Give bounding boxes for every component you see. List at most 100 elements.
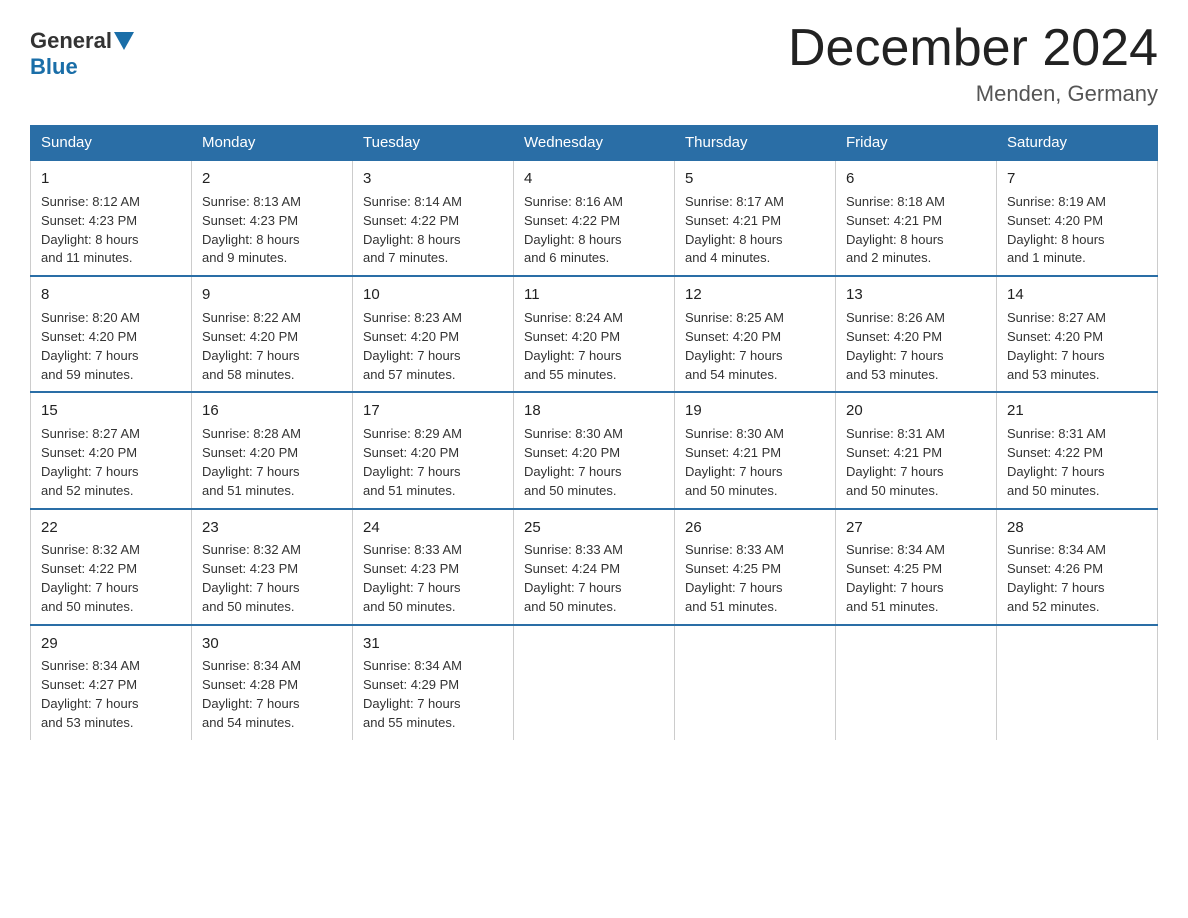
calendar-cell: 25Sunrise: 8:33 AMSunset: 4:24 PMDayligh…	[514, 509, 675, 625]
day-number: 14	[1007, 284, 1147, 306]
day-number: 17	[363, 400, 503, 422]
day-info: Sunrise: 8:19 AMSunset: 4:20 PMDaylight:…	[1007, 193, 1147, 268]
calendar-cell: 10 Sunrise: 8:23 AMSunset: 4:20 PMDayligh…	[353, 276, 514, 392]
day-number: 6	[846, 168, 986, 190]
day-info: Sunrise: 8:31 AMSunset: 4:22 PMDaylight:…	[1007, 425, 1147, 500]
day-number: 1	[41, 168, 181, 190]
day-info: Sunrise: 8:32 AMSunset: 4:23 PMDaylight:…	[202, 541, 342, 616]
col-header-wednesday: Wednesday	[514, 126, 675, 161]
calendar-table: SundayMondayTuesdayWednesdayThursdayFrid…	[30, 125, 1158, 740]
day-number: 26	[685, 517, 825, 539]
day-number: 12	[685, 284, 825, 306]
calendar-cell: 19 Sunrise: 8:30 AMSunset: 4:21 PMDayligh…	[675, 392, 836, 508]
page-header: General Blue December 2024 Menden, Germa…	[30, 20, 1158, 107]
calendar-cell: 15Sunrise: 8:27 AMSunset: 4:20 PMDayligh…	[31, 392, 192, 508]
calendar-cell: 7 Sunrise: 8:19 AMSunset: 4:20 PMDaylight…	[997, 160, 1158, 276]
day-number: 30	[202, 633, 342, 655]
day-number: 18	[524, 400, 664, 422]
calendar-cell: 12 Sunrise: 8:25 AMSunset: 4:20 PMDayligh…	[675, 276, 836, 392]
day-info: Sunrise: 8:30 AMSunset: 4:21 PMDaylight:…	[685, 425, 825, 500]
calendar-cell: 18 Sunrise: 8:30 AMSunset: 4:20 PMDayligh…	[514, 392, 675, 508]
calendar-cell: 30Sunrise: 8:34 AMSunset: 4:28 PMDayligh…	[192, 625, 353, 740]
col-header-thursday: Thursday	[675, 126, 836, 161]
calendar-cell: 16Sunrise: 8:28 AMSunset: 4:20 PMDayligh…	[192, 392, 353, 508]
logo-blue-text: Blue	[30, 54, 78, 80]
day-number: 5	[685, 168, 825, 190]
calendar-cell: 13 Sunrise: 8:26 AMSunset: 4:20 PMDayligh…	[836, 276, 997, 392]
day-number: 7	[1007, 168, 1147, 190]
calendar-cell	[514, 625, 675, 740]
day-info: Sunrise: 8:34 AMSunset: 4:26 PMDaylight:…	[1007, 541, 1147, 616]
day-number: 4	[524, 168, 664, 190]
day-info: Sunrise: 8:26 AMSunset: 4:20 PMDaylight:…	[846, 309, 986, 384]
calendar-cell	[997, 625, 1158, 740]
day-info: Sunrise: 8:33 AMSunset: 4:24 PMDaylight:…	[524, 541, 664, 616]
logo-triangle-icon	[114, 32, 134, 50]
day-number: 28	[1007, 517, 1147, 539]
calendar-cell	[836, 625, 997, 740]
day-info: Sunrise: 8:34 AMSunset: 4:28 PMDaylight:…	[202, 657, 342, 732]
location-subtitle: Menden, Germany	[788, 81, 1158, 107]
logo: General Blue	[30, 28, 136, 80]
calendar-cell: 5 Sunrise: 8:17 AMSunset: 4:21 PMDaylight…	[675, 160, 836, 276]
calendar-row-4: 22Sunrise: 8:32 AMSunset: 4:22 PMDayligh…	[31, 509, 1158, 625]
calendar-cell: 24Sunrise: 8:33 AMSunset: 4:23 PMDayligh…	[353, 509, 514, 625]
day-info: Sunrise: 8:17 AMSunset: 4:21 PMDaylight:…	[685, 193, 825, 268]
day-info: Sunrise: 8:27 AMSunset: 4:20 PMDaylight:…	[1007, 309, 1147, 384]
day-info: Sunrise: 8:24 AMSunset: 4:20 PMDaylight:…	[524, 309, 664, 384]
day-number: 2	[202, 168, 342, 190]
day-number: 31	[363, 633, 503, 655]
day-number: 25	[524, 517, 664, 539]
day-info: Sunrise: 8:33 AMSunset: 4:23 PMDaylight:…	[363, 541, 503, 616]
day-info: Sunrise: 8:16 AMSunset: 4:22 PMDaylight:…	[524, 193, 664, 268]
calendar-cell: 27Sunrise: 8:34 AMSunset: 4:25 PMDayligh…	[836, 509, 997, 625]
day-info: Sunrise: 8:32 AMSunset: 4:22 PMDaylight:…	[41, 541, 181, 616]
day-number: 29	[41, 633, 181, 655]
day-info: Sunrise: 8:23 AMSunset: 4:20 PMDaylight:…	[363, 309, 503, 384]
calendar-cell: 2 Sunrise: 8:13 AMSunset: 4:23 PMDaylight…	[192, 160, 353, 276]
calendar-cell: 21 Sunrise: 8:31 AMSunset: 4:22 PMDayligh…	[997, 392, 1158, 508]
day-number: 3	[363, 168, 503, 190]
calendar-cell: 8 Sunrise: 8:20 AMSunset: 4:20 PMDaylight…	[31, 276, 192, 392]
day-number: 21	[1007, 400, 1147, 422]
day-number: 9	[202, 284, 342, 306]
day-number: 13	[846, 284, 986, 306]
calendar-row-5: 29Sunrise: 8:34 AMSunset: 4:27 PMDayligh…	[31, 625, 1158, 740]
day-info: Sunrise: 8:33 AMSunset: 4:25 PMDaylight:…	[685, 541, 825, 616]
day-info: Sunrise: 8:30 AMSunset: 4:20 PMDaylight:…	[524, 425, 664, 500]
day-info: Sunrise: 8:28 AMSunset: 4:20 PMDaylight:…	[202, 425, 342, 500]
col-header-tuesday: Tuesday	[353, 126, 514, 161]
col-header-monday: Monday	[192, 126, 353, 161]
calendar-cell: 6 Sunrise: 8:18 AMSunset: 4:21 PMDaylight…	[836, 160, 997, 276]
calendar-cell: 26Sunrise: 8:33 AMSunset: 4:25 PMDayligh…	[675, 509, 836, 625]
col-header-friday: Friday	[836, 126, 997, 161]
calendar-cell: 22Sunrise: 8:32 AMSunset: 4:22 PMDayligh…	[31, 509, 192, 625]
calendar-row-2: 8 Sunrise: 8:20 AMSunset: 4:20 PMDaylight…	[31, 276, 1158, 392]
day-info: Sunrise: 8:20 AMSunset: 4:20 PMDaylight:…	[41, 309, 181, 384]
day-info: Sunrise: 8:34 AMSunset: 4:29 PMDaylight:…	[363, 657, 503, 732]
day-info: Sunrise: 8:13 AMSunset: 4:23 PMDaylight:…	[202, 193, 342, 268]
day-number: 8	[41, 284, 181, 306]
day-info: Sunrise: 8:34 AMSunset: 4:27 PMDaylight:…	[41, 657, 181, 732]
day-info: Sunrise: 8:34 AMSunset: 4:25 PMDaylight:…	[846, 541, 986, 616]
day-number: 20	[846, 400, 986, 422]
day-info: Sunrise: 8:25 AMSunset: 4:20 PMDaylight:…	[685, 309, 825, 384]
day-number: 10	[363, 284, 503, 306]
calendar-cell: 20Sunrise: 8:31 AMSunset: 4:21 PMDayligh…	[836, 392, 997, 508]
calendar-cell: 31Sunrise: 8:34 AMSunset: 4:29 PMDayligh…	[353, 625, 514, 740]
month-title: December 2024	[788, 20, 1158, 77]
day-info: Sunrise: 8:29 AMSunset: 4:20 PMDaylight:…	[363, 425, 503, 500]
calendar-cell: 11 Sunrise: 8:24 AMSunset: 4:20 PMDayligh…	[514, 276, 675, 392]
day-info: Sunrise: 8:27 AMSunset: 4:20 PMDaylight:…	[41, 425, 181, 500]
day-info: Sunrise: 8:18 AMSunset: 4:21 PMDaylight:…	[846, 193, 986, 268]
calendar-cell: 3Sunrise: 8:14 AMSunset: 4:22 PMDaylight…	[353, 160, 514, 276]
day-info: Sunrise: 8:12 AMSunset: 4:23 PMDaylight:…	[41, 193, 181, 268]
day-number: 19	[685, 400, 825, 422]
day-number: 22	[41, 517, 181, 539]
logo-general-text: General	[30, 28, 112, 54]
day-info: Sunrise: 8:22 AMSunset: 4:20 PMDaylight:…	[202, 309, 342, 384]
day-number: 24	[363, 517, 503, 539]
day-number: 11	[524, 284, 664, 306]
calendar-cell: 17 Sunrise: 8:29 AMSunset: 4:20 PMDayligh…	[353, 392, 514, 508]
calendar-cell: 9 Sunrise: 8:22 AMSunset: 4:20 PMDaylight…	[192, 276, 353, 392]
